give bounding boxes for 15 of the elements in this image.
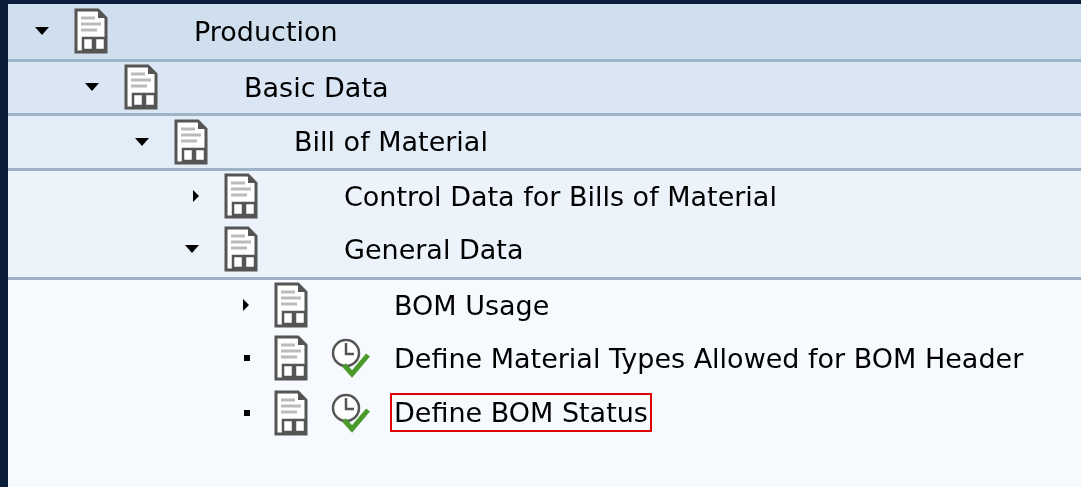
tree-item-label[interactable]: Define Material Types Allowed for BOM Header	[390, 338, 1028, 378]
expanded-triangle-icon[interactable]	[184, 244, 200, 255]
collapsed-triangle-icon[interactable]	[242, 298, 250, 313]
bullet-icon	[244, 409, 250, 416]
expanded-triangle-icon[interactable]	[134, 136, 150, 147]
tree-item-label[interactable]: Production	[190, 11, 342, 51]
tree-item-label[interactable]: Basic Data	[240, 67, 393, 107]
collapsed-triangle-icon[interactable]	[192, 189, 200, 204]
tree-item-label[interactable]: BOM Usage	[390, 285, 554, 325]
tree-item-label[interactable]: General Data	[340, 229, 528, 269]
expanded-triangle-icon[interactable]	[34, 26, 50, 37]
bullet-icon	[244, 355, 250, 362]
tree-item-label[interactable]: Bill of Material	[290, 122, 492, 162]
expanded-triangle-icon[interactable]	[84, 82, 100, 93]
tree-item-label[interactable]: Define BOM Status	[390, 393, 652, 433]
